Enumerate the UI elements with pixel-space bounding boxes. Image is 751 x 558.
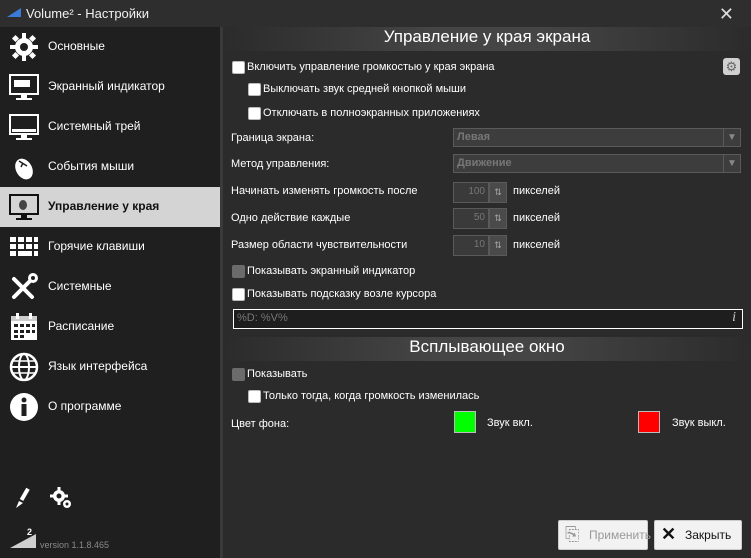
chevron-down-icon: ▼: [723, 129, 740, 146]
sound-off-color-swatch[interactable]: [638, 411, 660, 433]
popup-only-changed-checkbox[interactable]: [248, 390, 261, 403]
mute-middle-click-checkbox[interactable]: [248, 83, 261, 96]
sidebar-item-screen-edge[interactable]: Управление у края: [0, 187, 220, 227]
apply-icon: ⎘: [565, 524, 580, 544]
sidebar-item-label: Системный трей: [48, 119, 141, 133]
step-every-unit: пикселей: [513, 212, 560, 224]
version-label: version 1.1.8.465: [40, 540, 110, 550]
screen-border-value: Левая: [457, 131, 490, 143]
start-after-input[interactable]: 100: [453, 182, 489, 203]
step-every-input[interactable]: 50: [453, 208, 489, 229]
sensitivity-area-unit: пикселей: [513, 239, 560, 251]
sidebar-item-mouse-events[interactable]: События мыши: [0, 147, 220, 187]
info-icon[interactable]: i: [732, 310, 736, 326]
screen-edge-icon: [9, 194, 39, 220]
sensitivity-area-spin-icon[interactable]: ⇅: [489, 235, 507, 256]
sidebar-item-system[interactable]: Системные: [0, 267, 220, 307]
sidebar-item-label: События мыши: [48, 159, 135, 173]
apply-button[interactable]: ⎘ Применить: [558, 520, 652, 550]
screen-border-label: Граница экрана:: [231, 132, 315, 144]
step-every-spin-icon[interactable]: ⇅: [489, 208, 507, 229]
settings-icon[interactable]: [49, 486, 73, 510]
monitor-indicator-icon: [9, 74, 39, 100]
mouse-icon: [15, 158, 33, 180]
sidebar-item-label: Расписание: [48, 319, 115, 333]
sidebar-item-osd[interactable]: Экранный индикатор: [0, 67, 220, 107]
bg-color-label: Цвет фона:: [231, 418, 290, 430]
close-button[interactable]: ✕ Закрыть: [654, 520, 742, 550]
sidebar-item-hotkeys[interactable]: Горячие клавиши: [0, 227, 220, 267]
info-icon: [10, 393, 38, 421]
section-header-edge: Управление у края экрана: [223, 27, 751, 51]
show-osd-label: Показывать экранный индикатор: [247, 265, 416, 277]
main-panel: Управление у края экрана ⚙ Включить упра…: [223, 27, 751, 558]
close-label: Закрыть: [685, 528, 732, 542]
edge-settings-gear-button[interactable]: ⚙: [723, 58, 740, 75]
disable-fullscreen-label: Отключать в полноэкранных приложениях: [263, 107, 480, 119]
sidebar: Основные Экранный индикатор Системный тр…: [0, 27, 220, 558]
brush-icon[interactable]: [12, 486, 36, 510]
sidebar-item-label: Системные: [48, 279, 112, 293]
mute-middle-click-label: Выключать звук средней кнопкой мыши: [263, 83, 467, 95]
sound-on-label: Звук вкл.: [487, 417, 533, 429]
sidebar-item-label: О программе: [48, 399, 122, 413]
apply-label: Применить: [589, 528, 652, 542]
sound-on-color-swatch[interactable]: [454, 411, 476, 433]
chevron-down-icon: ▼: [723, 155, 740, 172]
sound-off-label: Звук выкл.: [672, 417, 726, 429]
sidebar-item-label: Основные: [48, 39, 105, 53]
section-header-popup: Всплывающее окно: [223, 337, 751, 361]
tools-icon: [12, 273, 38, 299]
close-icon: ✕: [661, 524, 677, 544]
globe-icon: [9, 352, 39, 382]
show-osd-checkbox[interactable]: [232, 265, 245, 278]
start-after-label: Начинать изменять громкость после: [231, 185, 418, 197]
sidebar-item-label: Язык интерфейса: [48, 359, 148, 373]
step-every-label: Одно действие каждые: [231, 212, 351, 224]
sidebar-item-tray[interactable]: Системный трей: [0, 107, 220, 147]
start-after-unit: пикселей: [513, 185, 560, 197]
sensitivity-area-input[interactable]: 10: [453, 235, 489, 256]
tray-icon: [9, 114, 39, 140]
sensitivity-area-value: 10: [473, 239, 485, 250]
start-after-value: 100: [468, 186, 485, 197]
show-tip-label: Показывать подсказку возле курсора: [247, 288, 437, 300]
calendar-icon: [11, 313, 37, 340]
title-bar: Volume² - Настройки ✕: [0, 0, 751, 27]
sidebar-item-label: Экранный индикатор: [48, 79, 165, 93]
control-method-select[interactable]: Движение ▼: [453, 154, 741, 173]
sidebar-item-label: Горячие клавиши: [48, 239, 145, 253]
screen-border-select[interactable]: Левая ▼: [453, 128, 741, 147]
sidebar-item-language[interactable]: Язык интерфейса: [0, 347, 220, 387]
enable-edge-label: Включить управление громкостью у края эк…: [247, 61, 495, 73]
sidebar-item-about[interactable]: О программе: [0, 387, 220, 427]
sidebar-item-schedule[interactable]: Расписание: [0, 307, 220, 347]
popup-only-changed-label: Только тогда, когда громкость изменилась: [263, 390, 480, 402]
sidebar-item-label: Управление у края: [48, 199, 160, 213]
gear-icon: [10, 33, 38, 61]
volume-logo-icon: [10, 534, 36, 548]
enable-edge-checkbox[interactable]: [232, 61, 245, 74]
control-method-value: Движение: [457, 157, 512, 169]
window-close-button[interactable]: ✕: [719, 4, 734, 25]
popup-show-checkbox[interactable]: [232, 368, 245, 381]
keyboard-icon: [10, 237, 38, 256]
logo-superscript: 2: [27, 527, 33, 537]
sensitivity-area-label: Размер области чувствительности: [231, 239, 408, 251]
disable-fullscreen-checkbox[interactable]: [248, 107, 261, 120]
popup-show-label: Показывать: [247, 368, 308, 380]
app-icon: [7, 8, 21, 17]
sidebar-item-general[interactable]: Основные: [0, 27, 220, 67]
window-title: Volume² - Настройки: [26, 6, 149, 21]
tip-format-value: %D: %V%: [237, 312, 288, 324]
control-method-label: Метод управления:: [231, 158, 330, 170]
start-after-spin-icon[interactable]: ⇅: [489, 182, 507, 203]
show-tip-checkbox[interactable]: [232, 288, 245, 301]
step-every-value: 50: [473, 212, 485, 223]
tip-format-input[interactable]: %D: %V% i: [233, 309, 743, 329]
